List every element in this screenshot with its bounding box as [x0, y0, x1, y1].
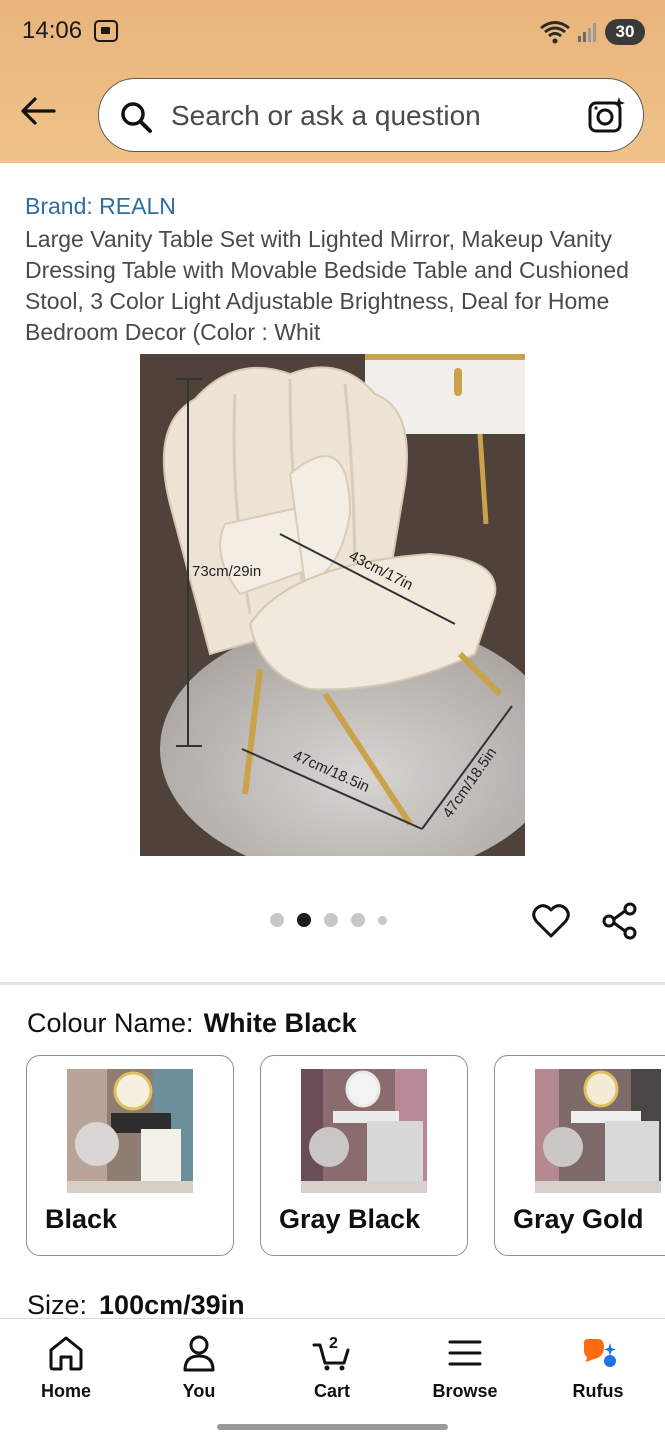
- carousel-dot[interactable]: [351, 913, 365, 927]
- rufus-icon: [584, 1339, 616, 1367]
- nav-label: Browse: [432, 1381, 498, 1401]
- colour-selected-value: White Black: [203, 1008, 357, 1038]
- signal-icon: [578, 23, 596, 42]
- variant-label: Gray Gold: [513, 1204, 644, 1234]
- search-bar[interactable]: [98, 78, 644, 152]
- section-divider: [0, 982, 665, 985]
- variant-label: Gray Black: [279, 1204, 421, 1234]
- nav-rufus[interactable]: Rufus: [548, 1333, 648, 1413]
- nav-label: Cart: [313, 1381, 350, 1401]
- carousel-dot[interactable]: [270, 913, 284, 927]
- wifi-icon: [540, 21, 570, 44]
- screen-record-icon: [94, 20, 118, 42]
- battery-indicator: 30: [605, 19, 645, 45]
- dimension-height-label: 73cm/29in: [192, 563, 261, 580]
- back-button[interactable]: [18, 93, 58, 129]
- status-time: 14:06: [22, 17, 83, 44]
- product-image[interactable]: 73cm/29in 43cm/17in 47cm/18.5in 47cm/18.…: [140, 354, 525, 856]
- camera-search-icon[interactable]: [587, 95, 627, 135]
- carousel-dot-active[interactable]: [297, 913, 311, 927]
- bottom-nav: Home You 2 Cart Browse Rufus: [0, 1318, 665, 1440]
- home-indicator: [217, 1424, 448, 1430]
- size-label: Size: 100cm/39in: [27, 1290, 245, 1321]
- variant-thumbnail: [301, 1069, 427, 1193]
- nav-browse[interactable]: Browse: [415, 1333, 515, 1413]
- nav-label: Home: [40, 1381, 91, 1401]
- colour-option-gray-black[interactable]: Gray Black: [260, 1055, 468, 1256]
- colour-label: Colour Name: White Black: [27, 1008, 357, 1039]
- nav-home[interactable]: Home: [16, 1333, 116, 1413]
- share-icon[interactable]: [600, 901, 640, 941]
- nav-label: You: [182, 1381, 216, 1401]
- home-icon: [49, 1336, 83, 1371]
- colour-label-text: Colour Name:: [27, 1008, 194, 1038]
- size-label-text: Size:: [27, 1290, 88, 1320]
- heart-icon[interactable]: [531, 901, 571, 941]
- arrow-left-icon: [21, 97, 56, 125]
- nav-label: Rufus: [572, 1381, 624, 1401]
- image-carousel-dots[interactable]: [270, 913, 387, 927]
- colour-option-black[interactable]: Black: [26, 1055, 234, 1256]
- carousel-dot[interactable]: [378, 915, 387, 925]
- variant-thumbnail: [67, 1069, 193, 1193]
- status-bar: 14:06 30: [0, 0, 665, 64]
- search-icon: [121, 102, 152, 133]
- system-icons: 30: [539, 18, 645, 46]
- header: 14:06 30: [0, 0, 665, 163]
- cart-count-badge: 2: [329, 1335, 338, 1352]
- nav-cart[interactable]: 2 Cart: [282, 1333, 382, 1413]
- person-icon: [183, 1335, 215, 1372]
- variant-thumbnail: [535, 1069, 661, 1193]
- variant-label: Black: [45, 1204, 118, 1234]
- product-title: Large Vanity Table Set with Lighted Mirr…: [25, 226, 629, 345]
- cart-icon: 2: [312, 1335, 350, 1371]
- size-selected-value: 100cm/39in: [99, 1290, 245, 1320]
- brand-link[interactable]: Brand: REALN: [25, 193, 176, 220]
- carousel-dot[interactable]: [324, 913, 338, 927]
- search-input[interactable]: [171, 97, 571, 135]
- nav-you[interactable]: You: [149, 1333, 249, 1413]
- menu-icon: [448, 1340, 482, 1366]
- colour-option-gray-gold[interactable]: Gray Gold: [494, 1055, 665, 1256]
- chair-illustration: 73cm/29in 43cm/17in 47cm/18.5in 47cm/18.…: [140, 354, 525, 856]
